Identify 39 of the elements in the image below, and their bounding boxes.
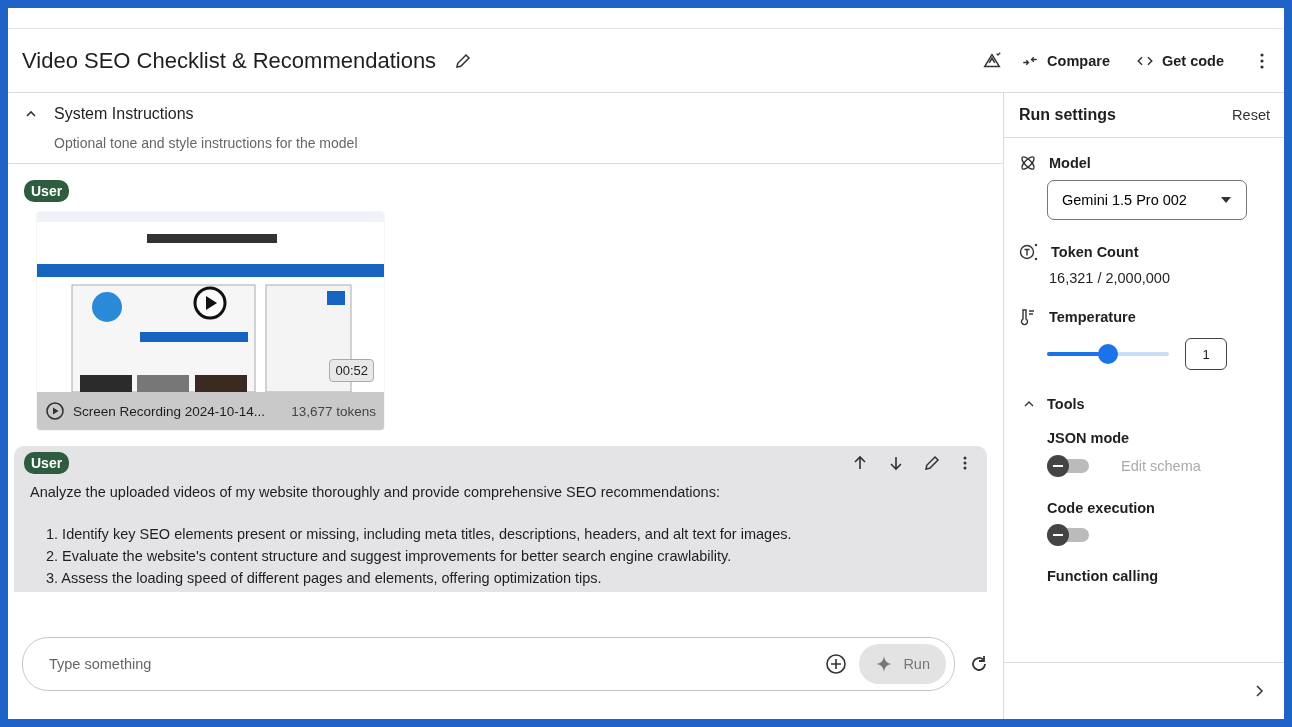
token-icon: [1019, 242, 1039, 262]
temperature-field[interactable]: 1: [1185, 338, 1227, 370]
pencil-icon[interactable]: [923, 454, 941, 472]
list-item: 3. Assess the loading speed of different pages and elements, offering optimization tips.: [46, 570, 603, 586]
setting-label: Function calling: [1047, 568, 1160, 584]
token-count: 16,321 / 2,000,000: [1048, 270, 1171, 286]
reset-button[interactable]: Reset: [1230, 105, 1272, 125]
section-title[interactable]: Tools: [1047, 396, 1085, 412]
refresh-icon[interactable]: [969, 654, 989, 674]
panel-title: Run settings: [1019, 106, 1116, 124]
file-name: Screen Recording 2024-10-14...: [73, 403, 267, 419]
setting-label: Temperature: [1049, 309, 1136, 325]
chevron-right-icon[interactable]: [1254, 684, 1264, 698]
setting-label: Token Count: [1051, 244, 1139, 260]
setting-label: Model: [1049, 155, 1091, 171]
page-title: Video SEO Checklist & Recommendations: [22, 47, 437, 74]
token-count: 13,677 tokens: [291, 403, 376, 419]
get-code-button[interactable]: Get code: [1127, 45, 1232, 76]
duration-badge: 00:52: [329, 359, 374, 382]
setting-label: JSON mode: [1047, 430, 1131, 446]
arrow-down-icon[interactable]: [887, 454, 905, 472]
role-badge: User: [24, 452, 70, 474]
play-icon[interactable]: [45, 401, 65, 421]
play-icon[interactable]: [193, 286, 227, 320]
dropdown-arrow-icon: [1220, 196, 1232, 204]
section-title[interactable]: System Instructions: [54, 105, 194, 123]
add-icon[interactable]: [825, 653, 848, 675]
temperature-slider[interactable]: [1047, 344, 1169, 364]
model-dropdown[interactable]: Gemini 1.5 Pro 002: [1047, 180, 1247, 220]
atom-icon: [1019, 154, 1037, 172]
pencil-icon[interactable]: [454, 51, 473, 70]
system-instructions-field[interactable]: Optional tone and style instructions for the model: [24, 135, 987, 151]
compare-button[interactable]: Compare: [1013, 45, 1118, 76]
role-badge: User: [24, 180, 70, 202]
list-item: 2. Evaluate the website's content structure and suggest improvements for better search engine crawlability.: [46, 548, 733, 564]
setting-label: Code execution: [1047, 500, 1156, 516]
message-text: Analyze the uploaded videos of my website thoroughly and provide comprehensive SEO recommendations:: [29, 484, 721, 500]
list-item: 1. Identify key SEO elements present or missing, including meta titles, descriptions, headers, and alt text for images.: [46, 526, 793, 542]
thermometer-icon: [1019, 308, 1037, 326]
